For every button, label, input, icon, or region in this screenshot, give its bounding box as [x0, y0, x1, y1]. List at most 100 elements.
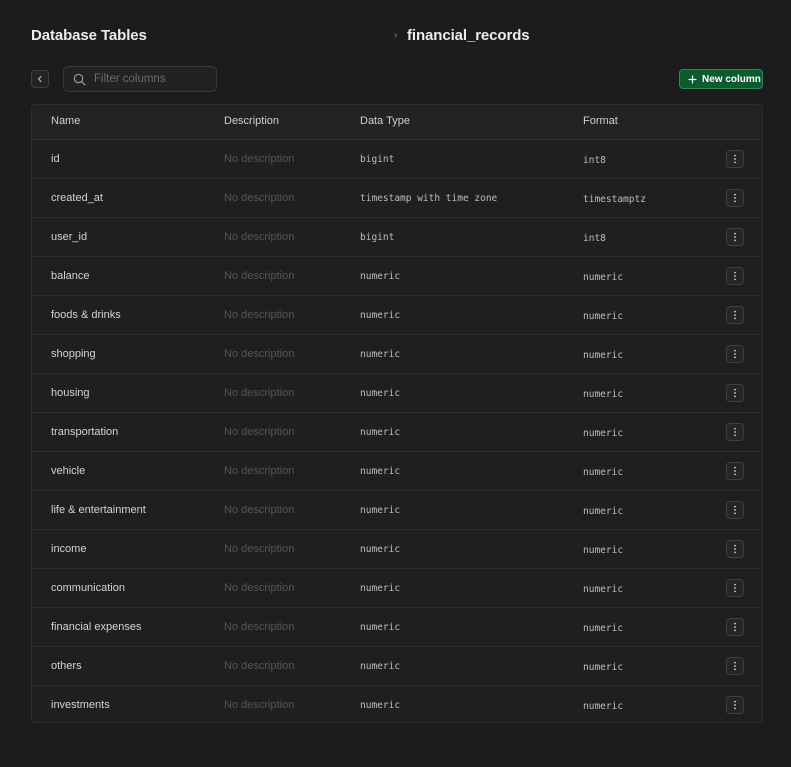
row-actions-button[interactable]	[726, 228, 744, 246]
breadcrumb-separator: ›	[394, 30, 398, 41]
column-format: numeric	[583, 311, 624, 322]
more-vertical-icon	[734, 544, 736, 554]
filter-columns-field[interactable]	[63, 66, 217, 92]
more-vertical-icon	[734, 583, 736, 593]
column-description: No description	[224, 621, 295, 633]
column-format: numeric	[583, 545, 624, 556]
column-description: No description	[224, 231, 295, 243]
table-row[interactable]: communication No description numeric numeri…	[32, 569, 762, 608]
table-row[interactable]: life & entertainment No description numeri…	[32, 491, 762, 530]
column-description: No description	[224, 426, 295, 438]
row-actions-button[interactable]	[726, 462, 744, 480]
more-vertical-icon	[734, 310, 736, 320]
header-name: Name	[51, 115, 81, 127]
table-row[interactable]: vehicle No description numeric numeric	[32, 452, 762, 491]
column-description: No description	[224, 699, 295, 711]
plus-icon	[688, 74, 697, 84]
table-row[interactable]: income No description numeric numeric	[32, 530, 762, 569]
table-row[interactable]: housing No description numeric numeric	[32, 374, 762, 413]
more-vertical-icon	[734, 622, 736, 632]
more-vertical-icon	[734, 661, 736, 671]
row-actions-button[interactable]	[726, 306, 744, 324]
table-row[interactable]: user_id No description bigint int8	[32, 218, 762, 257]
column-format: timestamptz	[583, 194, 646, 205]
column-data-type: bigint	[360, 232, 395, 243]
header-data-type: Data Type	[360, 115, 410, 127]
row-actions-button[interactable]	[726, 267, 744, 285]
column-name: life & entertainment	[51, 504, 146, 516]
back-button[interactable]	[31, 70, 49, 88]
column-name: income	[51, 543, 87, 555]
more-vertical-icon	[734, 154, 736, 164]
breadcrumb-table-name: financial_records	[407, 27, 530, 44]
table-row[interactable]: financial expenses No description numeric n…	[32, 608, 762, 647]
table-row[interactable]: balance No description numeric numeric	[32, 257, 762, 296]
column-data-type: numeric	[360, 622, 401, 633]
table-body: id No description bigint int8 created_at No d…	[32, 140, 762, 722]
column-data-type: numeric	[360, 661, 401, 672]
column-format: numeric	[583, 467, 624, 478]
column-data-type: numeric	[360, 427, 401, 438]
column-format: numeric	[583, 389, 624, 400]
column-description: No description	[224, 582, 295, 594]
row-actions-button[interactable]	[726, 657, 744, 675]
column-data-type: numeric	[360, 388, 401, 399]
column-name: investments	[51, 699, 110, 711]
column-name: user_id	[51, 231, 88, 243]
column-name: vehicle	[51, 465, 86, 477]
new-column-button[interactable]: New column	[679, 69, 763, 89]
column-description: No description	[224, 543, 295, 555]
column-description: No description	[224, 504, 295, 516]
new-column-label: New column	[702, 73, 761, 85]
row-actions-button[interactable]	[726, 540, 744, 558]
filter-columns-input[interactable]	[94, 67, 212, 91]
row-actions-button[interactable]	[726, 696, 744, 714]
table-row[interactable]: transportation No description numeric numer…	[32, 413, 762, 452]
column-data-type: numeric	[360, 544, 401, 555]
column-format: int8	[583, 233, 606, 244]
column-name: others	[51, 660, 82, 672]
row-actions-button[interactable]	[726, 345, 744, 363]
column-data-type: numeric	[360, 505, 401, 516]
row-actions-button[interactable]	[726, 423, 744, 441]
page-header: Database Tables › financial_records	[31, 27, 763, 49]
column-format: numeric	[583, 428, 624, 439]
column-name: id	[51, 153, 60, 165]
chevron-left-icon	[37, 75, 42, 83]
column-name: communication	[51, 582, 125, 594]
more-vertical-icon	[734, 271, 736, 281]
column-name: transportation	[51, 426, 119, 438]
table-row[interactable]: id No description bigint int8	[32, 140, 762, 179]
row-actions-button[interactable]	[726, 618, 744, 636]
column-description: No description	[224, 153, 295, 165]
row-actions-button[interactable]	[726, 384, 744, 402]
column-data-type: numeric	[360, 310, 401, 321]
row-actions-button[interactable]	[726, 579, 744, 597]
more-vertical-icon	[734, 349, 736, 359]
row-actions-button[interactable]	[726, 189, 744, 207]
column-name: shopping	[51, 348, 96, 360]
column-description: No description	[224, 348, 295, 360]
column-format: numeric	[583, 350, 624, 361]
table-row[interactable]: shopping No description numeric numeric	[32, 335, 762, 374]
table-row[interactable]: others No description numeric numeric	[32, 647, 762, 686]
column-format: numeric	[583, 506, 624, 517]
row-actions-button[interactable]	[726, 150, 744, 168]
columns-table: Name Description Data Type Format id No d…	[31, 104, 763, 723]
column-description: No description	[224, 465, 295, 477]
table-row[interactable]: created_at No description timestamp with t…	[32, 179, 762, 218]
column-data-type: numeric	[360, 466, 401, 477]
column-data-type: timestamp with time zone	[360, 193, 498, 204]
toolbar: New column	[31, 66, 763, 92]
table-header: Name Description Data Type Format	[32, 105, 762, 140]
column-name: foods & drinks	[51, 309, 121, 321]
column-description: No description	[224, 192, 295, 204]
column-data-type: numeric	[360, 700, 401, 711]
more-vertical-icon	[734, 232, 736, 242]
row-actions-button[interactable]	[726, 501, 744, 519]
column-description: No description	[224, 387, 295, 399]
table-row[interactable]: investments No description numeric numeric	[32, 686, 762, 722]
more-vertical-icon	[734, 193, 736, 203]
table-row[interactable]: foods & drinks No description numeric numer…	[32, 296, 762, 335]
more-vertical-icon	[734, 505, 736, 515]
